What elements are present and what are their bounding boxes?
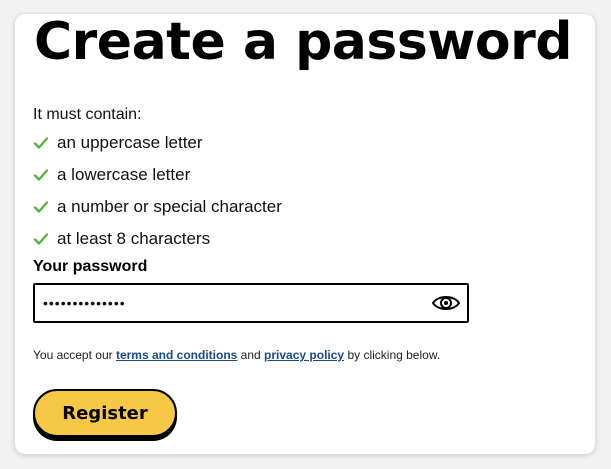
password-label: Your password [33, 258, 148, 275]
terms-link[interactable]: terms and conditions [116, 348, 237, 362]
requirements-list: an uppercase letter a lowercase letter a… [33, 127, 282, 255]
register-button[interactable]: Register [33, 389, 177, 437]
privacy-link[interactable]: privacy policy [264, 348, 344, 362]
requirement-number-special: a number or special character [33, 191, 282, 223]
requirement-label: a number or special character [57, 197, 282, 216]
eye-icon[interactable] [431, 291, 461, 315]
page-title: Create a password [34, 12, 572, 72]
terms-prefix: You accept our [33, 348, 113, 362]
check-icon [33, 201, 49, 213]
requirement-uppercase: an uppercase letter [33, 127, 282, 159]
check-icon [33, 233, 49, 245]
requirement-length: at least 8 characters [33, 223, 282, 255]
password-input[interactable] [43, 291, 423, 315]
requirement-label: an uppercase letter [57, 133, 203, 152]
terms-notice: You accept our terms and conditions and … [33, 348, 440, 362]
terms-middle: and [240, 348, 261, 362]
terms-suffix: by clicking below. [347, 348, 441, 362]
check-icon [33, 169, 49, 181]
requirement-label: at least 8 characters [57, 229, 211, 248]
requirement-label: a lowercase letter [57, 165, 191, 184]
requirement-lowercase: a lowercase letter [33, 159, 282, 191]
requirements-intro: It must contain: [33, 106, 142, 123]
password-field [33, 283, 469, 323]
check-icon [33, 137, 49, 149]
